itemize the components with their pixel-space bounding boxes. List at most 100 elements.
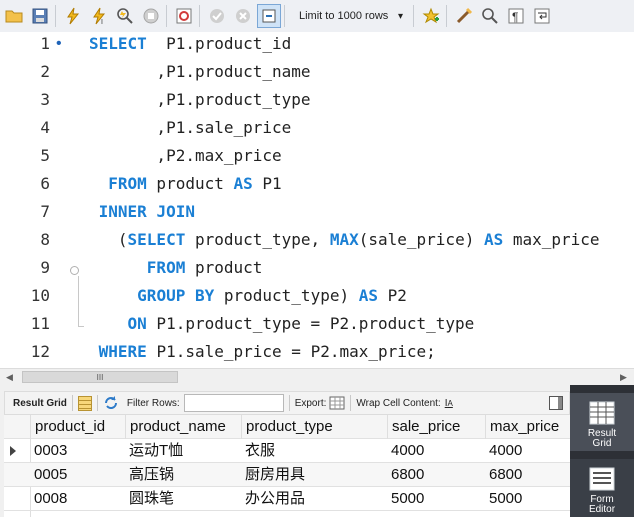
toolbar-separator [71, 395, 73, 411]
code-line[interactable]: ,P1.product_type [89, 86, 310, 114]
code-line[interactable]: ON P1.product_type = P2.product_type [89, 310, 475, 338]
panel-toggle-icon[interactable] [549, 396, 563, 410]
table-cell[interactable]: 5000 [489, 487, 570, 511]
table-cell[interactable]: 5000 [391, 487, 485, 511]
sql-text: (sale_price) [358, 230, 484, 249]
autocommit-icon[interactable] [257, 4, 281, 28]
column-header[interactable]: product_type [241, 415, 387, 439]
explain-icon[interactable] [113, 4, 137, 28]
sql-text: ,P1.product_name [89, 62, 311, 81]
line-number: 6 [40, 174, 50, 193]
table-row[interactable]: 0005 高压锅 厨房用具 6800 6800 [4, 463, 570, 487]
refresh-icon[interactable] [103, 395, 119, 411]
sql-keyword: SELECT [89, 34, 147, 53]
code-line[interactable]: WHERE P1.sale_price = P2.max_price; [89, 338, 436, 366]
code-line[interactable]: FROM product AS P1 [89, 170, 282, 198]
fold-guide [78, 276, 79, 326]
form-editor-side-button[interactable]: Form Editor [570, 459, 634, 517]
table-cell[interactable]: 0003 [34, 439, 125, 463]
export-icon[interactable] [329, 396, 345, 410]
table-row[interactable]: 0003 运动T恤 衣服 4000 4000 [4, 439, 570, 463]
form-editor-side-label: Form Editor [588, 494, 616, 515]
column-header[interactable]: product_id [30, 415, 125, 439]
scrollbar-thumb[interactable]: III [22, 371, 178, 383]
commit-icon[interactable] [205, 4, 229, 28]
table-cell[interactable]: 高压锅 [129, 463, 241, 487]
filter-rows-input[interactable] [183, 394, 284, 412]
editor-horizontal-scrollbar[interactable]: ◀ III ▶ [0, 368, 634, 386]
sql-keyword: ON [127, 314, 147, 333]
table-cell[interactable]: 4000 [489, 439, 570, 463]
table-cell[interactable]: 6800 [489, 463, 570, 487]
table-cell[interactable]: 4000 [391, 439, 485, 463]
result-grid-side-button[interactable]: Result Grid [570, 393, 634, 451]
find-icon[interactable] [478, 4, 502, 28]
code-line[interactable]: FROM product [89, 254, 263, 282]
wrap-icon[interactable] [530, 4, 554, 28]
column-header[interactable]: product_name [125, 415, 241, 439]
line-number-gutter: 1 • 2 3 4 5 6 7 8 9 10 11 12 [0, 32, 70, 368]
table-cell[interactable]: 厨房用具 [245, 463, 387, 487]
sql-text: P1 [252, 174, 282, 193]
result-grid-label: Result Grid [13, 397, 67, 409]
statement-marker-icon: • [56, 35, 62, 52]
stop-icon[interactable] [139, 4, 163, 28]
sql-editor[interactable]: 1 • 2 3 4 5 6 7 8 9 10 11 12 SELECT P1.product_id ,P… [0, 32, 634, 368]
column-header[interactable]: max_price [485, 415, 570, 439]
toolbar-separator [166, 5, 167, 27]
column-header[interactable]: sale_price [387, 415, 485, 439]
table-cell[interactable]: 0008 [34, 487, 125, 511]
code-line[interactable]: (SELECT product_type, MAX(sale_price) AS… [89, 226, 600, 254]
sql-keyword: GROUP BY [137, 286, 215, 305]
current-row-icon [10, 446, 16, 456]
sql-keyword: MAX [329, 230, 359, 249]
rollback-icon[interactable] [231, 4, 255, 28]
table-cell[interactable]: 6800 [391, 463, 485, 487]
sql-text: P1.product_id [146, 34, 292, 53]
result-toolbar: Result Grid Filter Rows: Export: Wrap Ce… [4, 391, 570, 415]
toolbar-separator [199, 5, 200, 27]
code-line[interactable]: ,P1.product_name [89, 58, 311, 86]
table-row[interactable]: 0008 圆珠笔 办公用品 5000 5000 [4, 487, 570, 511]
code-line[interactable]: INNER JOIN [89, 198, 195, 226]
grid-icon [589, 401, 615, 425]
sql-keyword: INNER JOIN [98, 202, 195, 221]
beautify-icon[interactable] [452, 4, 476, 28]
code-line[interactable]: SELECT P1.product_id [89, 32, 291, 58]
code-line[interactable]: ,P1.sale_price [89, 114, 291, 142]
sql-text: product [185, 258, 263, 277]
save-icon[interactable] [28, 4, 52, 28]
invisible-chars-icon[interactable]: ¶ [504, 4, 528, 28]
line-number: 4 [40, 118, 50, 137]
execute-current-icon[interactable]: I [87, 4, 111, 28]
table-cell[interactable]: 衣服 [245, 439, 387, 463]
line-number: 8 [40, 230, 50, 249]
editor-toolbar: I Limit to 1000 rows ▾ ¶ [0, 0, 634, 33]
code-line[interactable]: GROUP BY product_type) AS P2 [89, 282, 407, 310]
wrap-cell-icon[interactable]: IA [445, 398, 453, 409]
filter-rows-label: Filter Rows: [126, 397, 180, 409]
code-line[interactable]: ,P2.max_price [89, 142, 281, 170]
table-cell[interactable]: 办公用品 [245, 487, 387, 511]
table-cell[interactable]: 0005 [34, 463, 125, 487]
line-number: 11 [30, 314, 50, 333]
fold-toggle-icon[interactable] [70, 266, 79, 275]
svg-text:I: I [101, 19, 103, 25]
scroll-left-icon[interactable]: ◀ [6, 372, 13, 383]
open-folder-icon[interactable] [2, 4, 26, 28]
toolbar-separator [446, 5, 447, 27]
scroll-right-icon[interactable]: ▶ [620, 372, 627, 383]
sql-keyword: AS [233, 174, 253, 193]
table-cell[interactable]: 圆珠笔 [129, 487, 241, 511]
toggle-error-icon[interactable] [172, 4, 196, 28]
execute-icon[interactable] [61, 4, 85, 28]
limit-rows-select[interactable]: Limit to 1000 rows ▾ [292, 5, 410, 27]
result-grid[interactable]: product_id product_name product_type sale_p… [4, 415, 570, 517]
table-cell[interactable]: 运动T恤 [129, 439, 241, 463]
toolbar-separator [96, 395, 98, 411]
add-snippet-icon[interactable] [419, 4, 443, 28]
grid-view-icon[interactable] [77, 395, 92, 411]
result-side-panel: Result Grid Form Editor [570, 385, 634, 517]
